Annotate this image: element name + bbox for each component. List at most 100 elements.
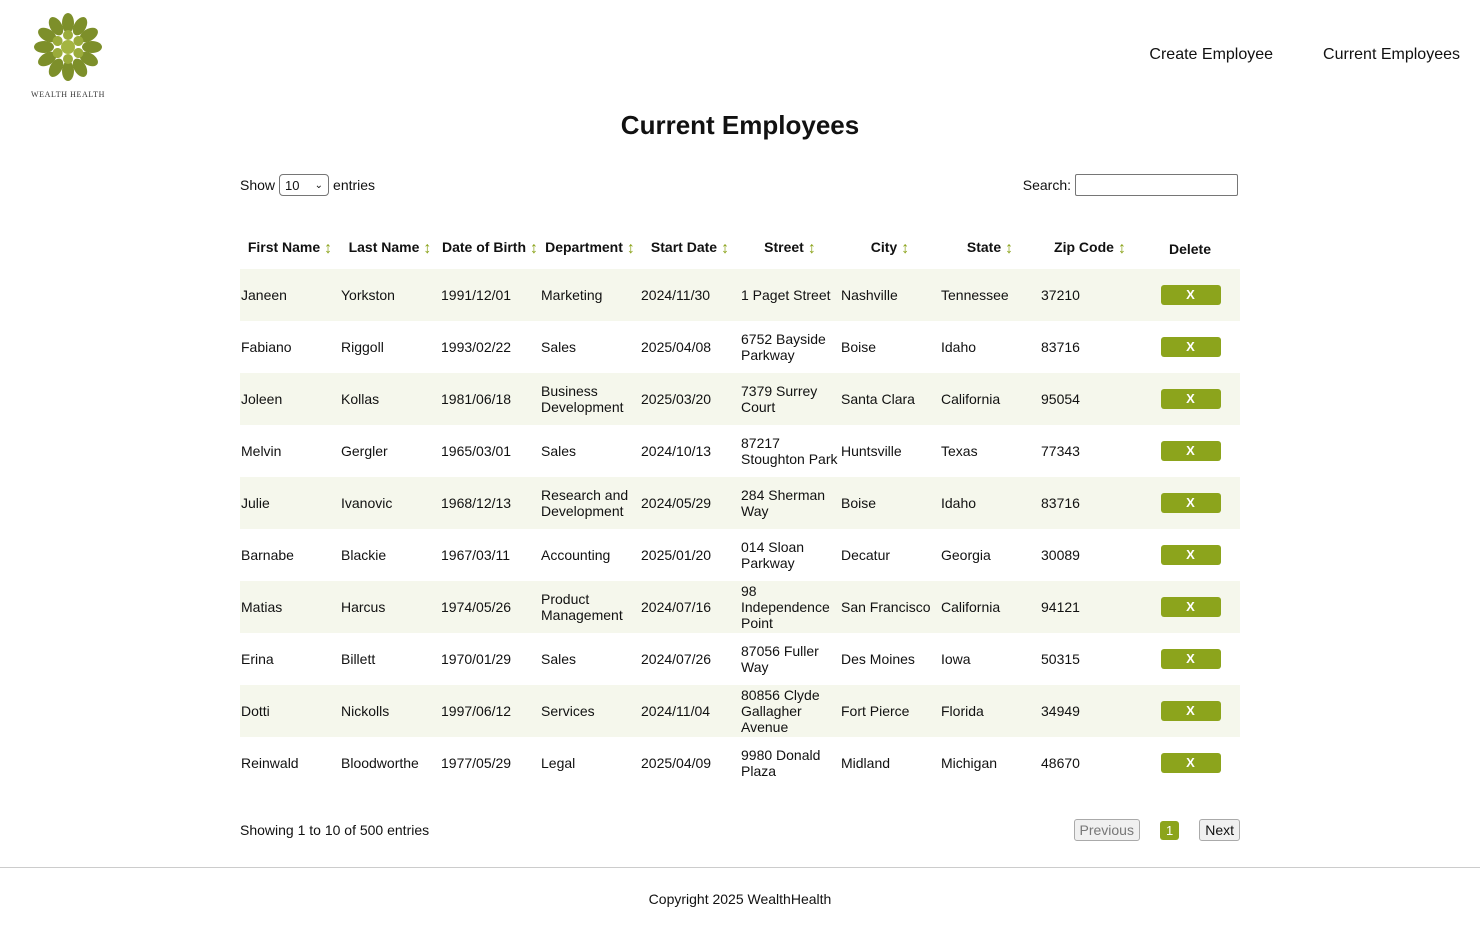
header-state[interactable]: State ↕ <box>940 228 1040 269</box>
table-row: Fabiano Riggoll 1993/02/22 Sales 2025/04/08 6… <box>240 321 1240 373</box>
header-department[interactable]: Department ↕ <box>540 228 640 269</box>
cell-department: Product Management <box>540 581 640 633</box>
entries-length-control: Show 10 ⌄ entries <box>240 174 375 196</box>
delete-button[interactable]: X <box>1160 337 1221 357</box>
cell-city: Boise <box>841 339 877 355</box>
cell-first-name: Matias <box>240 581 340 633</box>
cell-department: Business Development <box>540 373 640 425</box>
cell-first-name: Fabiano <box>241 339 292 355</box>
search-control: Search: <box>1023 174 1238 196</box>
cell-date-of-birth: 1967/03/11 <box>441 547 511 563</box>
cell-zip-code: 94121 <box>1040 581 1140 633</box>
cell-city: Nashville <box>840 269 940 321</box>
table-row: Julie Ivanovic 1968/12/13 Research and Deve… <box>240 477 1240 529</box>
delete-button[interactable]: X <box>1160 597 1221 617</box>
cell-start-date: 2024/11/04 <box>640 685 740 737</box>
page-button-current[interactable]: 1 <box>1159 820 1180 840</box>
delete-button[interactable]: X <box>1160 493 1221 513</box>
cell-street: 1 Paget Street <box>740 269 840 321</box>
cell-start-date: 2025/04/08 <box>641 339 712 355</box>
delete-button[interactable]: X <box>1160 753 1221 773</box>
search-label: Search: <box>1022 177 1071 193</box>
delete-button[interactable]: X <box>1160 701 1221 721</box>
cell-start-date: 2025/01/20 <box>641 547 712 563</box>
cell-start-date: 2024/10/13 <box>641 443 712 459</box>
cell-street: 6752 Bayside Parkway <box>741 331 826 363</box>
table-row: Matias Harcus 1974/05/26 Product Management… <box>240 581 1240 633</box>
cell-street: 284 Sherman Way <box>740 477 840 529</box>
sort-icon: ↕ <box>324 239 333 257</box>
cell-delete: X <box>1140 477 1240 529</box>
delete-button[interactable]: X <box>1160 285 1221 305</box>
page-title: Current Employees <box>620 110 860 140</box>
cell-city: Huntsville <box>841 443 902 459</box>
cell-street: 87056 Fuller Way <box>741 643 819 675</box>
cell-start-date: 2025/03/20 <box>640 373 740 425</box>
header-label: Start Date <box>650 239 718 256</box>
cell-state: Michigan <box>941 755 998 771</box>
table-row: Janeen Yorkston 1991/12/01 Marketing 2024/11… <box>240 269 1240 321</box>
delete-button[interactable]: X <box>1160 649 1221 669</box>
cell-last-name: Kollas <box>340 373 440 425</box>
header-city[interactable]: City ↕ <box>840 228 940 269</box>
header-date-of-birth[interactable]: Date of Birth ↕ <box>440 228 540 269</box>
sort-icon: ↕ <box>901 239 910 257</box>
table-row: Joleen Kollas 1981/06/18 Business Developme… <box>240 373 1240 425</box>
delete-button[interactable]: X <box>1160 545 1221 565</box>
header-last-name[interactable]: Last Name ↕ <box>340 228 440 269</box>
cell-last-name: Riggoll <box>341 339 384 355</box>
cell-date-of-birth: 1981/06/18 <box>440 373 540 425</box>
cell-date-of-birth: 1974/05/26 <box>440 581 540 633</box>
cell-delete: X <box>1140 737 1240 789</box>
employees-table: First Name ↕ Last Name ↕ Date of Birth ↕ De… <box>240 228 1240 789</box>
cell-state: Idaho <box>941 339 977 355</box>
cell-state: Texas <box>941 443 978 459</box>
table-row: Melvin Gergler 1965/03/01 Sales 2024/10/13 87… <box>240 425 1240 477</box>
nav-current-employees[interactable]: Current Employees <box>1323 46 1460 64</box>
table-body: Janeen Yorkston 1991/12/01 Marketing 2024/11… <box>240 269 1240 789</box>
header-street[interactable]: Street ↕ <box>740 228 840 269</box>
cell-department: Sales <box>541 339 577 355</box>
cell-department: Accounting <box>541 547 611 563</box>
entries-select[interactable]: 10 ⌄ <box>279 174 330 196</box>
table-row: Barnabe Blackie 1967/03/11 Accounting 2025/0… <box>240 529 1240 581</box>
header-label: Delete <box>1168 240 1212 257</box>
cell-department: Research and Development <box>540 477 640 529</box>
cell-street: 80856 Clyde Gallagher Avenue <box>740 685 840 737</box>
previous-button[interactable]: Previous <box>1073 819 1140 841</box>
header-zip-code[interactable]: Zip Code ↕ <box>1040 228 1140 269</box>
cell-last-name: Blackie <box>341 547 387 563</box>
nav-create-employee[interactable]: Create Employee <box>1149 46 1273 64</box>
cell-delete: X <box>1140 425 1240 477</box>
cell-first-name: Joleen <box>240 373 340 425</box>
table-header-row: First Name ↕ Last Name ↕ Date of Birth ↕ De… <box>240 228 1240 269</box>
header-label: Last Name <box>348 239 420 256</box>
footer-divider <box>0 867 1480 868</box>
cell-last-name: Yorkston <box>340 269 440 321</box>
delete-button[interactable]: X <box>1160 389 1221 409</box>
search-input[interactable] <box>1075 174 1238 196</box>
cell-city: Fort Pierce <box>840 685 940 737</box>
cell-delete: X <box>1140 373 1240 425</box>
cell-start-date: 2025/04/09 <box>641 755 712 771</box>
sort-icon: ↕ <box>626 239 635 257</box>
cell-last-name: Gergler <box>341 443 388 459</box>
next-button[interactable]: Next <box>1199 819 1240 841</box>
delete-button[interactable]: X <box>1160 441 1221 461</box>
cell-department: Services <box>540 685 640 737</box>
brand-logo[interactable]: Wealth Health <box>30 8 106 100</box>
header-start-date[interactable]: Start Date ↕ <box>640 228 740 269</box>
cell-delete: X <box>1140 633 1240 685</box>
cell-delete: X <box>1140 321 1240 373</box>
cell-last-name: Ivanovic <box>340 477 440 529</box>
cell-city: Santa Clara <box>840 373 940 425</box>
cell-first-name: Janeen <box>240 269 340 321</box>
cell-first-name: Reinwald <box>241 755 299 771</box>
entries-select-value: 10 <box>285 177 300 193</box>
header-label: State <box>966 239 1002 256</box>
sort-icon: ↕ <box>721 239 730 257</box>
cell-delete: X <box>1140 685 1240 737</box>
header-label: First Name <box>247 239 321 256</box>
header-first-name[interactable]: First Name ↕ <box>240 228 340 269</box>
cell-delete: X <box>1140 581 1240 633</box>
